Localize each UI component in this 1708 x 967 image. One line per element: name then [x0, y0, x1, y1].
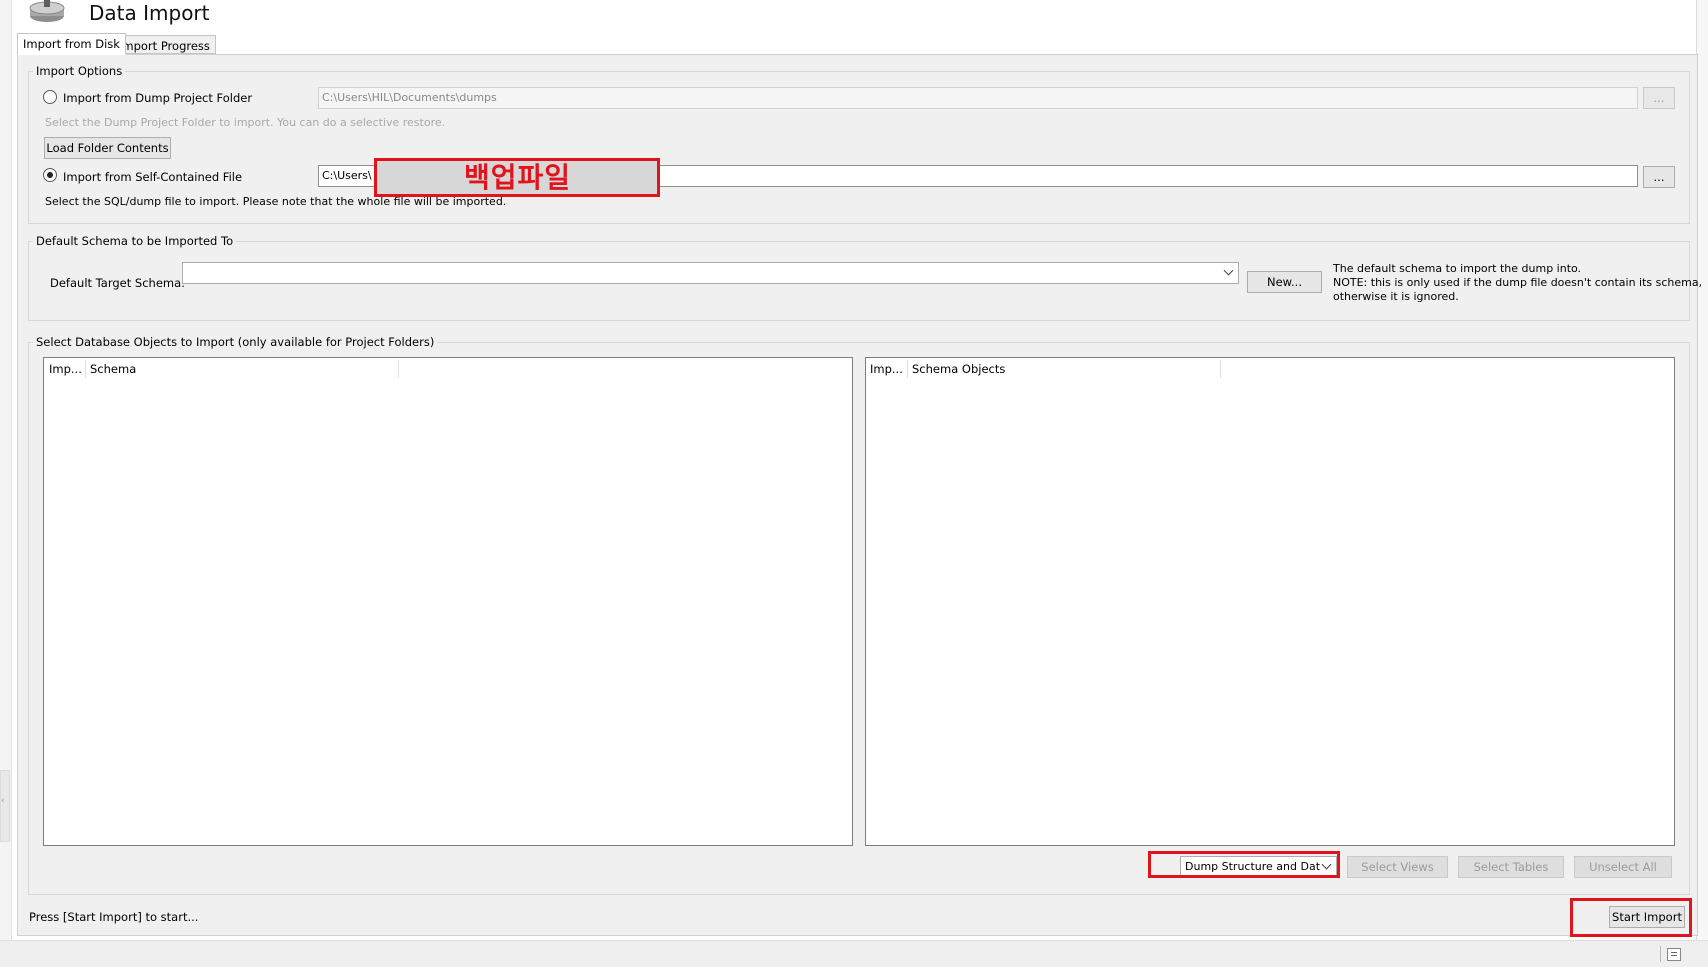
schema-list-schema-column[interactable]: Schema [90, 362, 136, 376]
browse-file-button[interactable]: ... [1643, 166, 1675, 188]
page-title: Data Import [89, 1, 210, 25]
default-schema-title: Default Schema to be Imported To [33, 234, 237, 248]
window-status-bar [0, 940, 1708, 967]
import-options-title: Import Options [33, 64, 126, 78]
default-target-schema-select[interactable] [182, 262, 1239, 284]
database-import-icon [29, 0, 65, 22]
column-separator [1220, 360, 1221, 378]
new-schema-button[interactable]: New... [1247, 271, 1322, 293]
import-status-text: Press [Start Import] to start... [29, 910, 199, 924]
chevron-left-icon: ‹ [1, 796, 5, 806]
self-contained-file-label[interactable]: Import from Self-Contained File [63, 170, 242, 184]
column-separator [398, 360, 399, 378]
annotation-box-dump-mode [1148, 851, 1340, 878]
default-schema-note-line3: otherwise it is ignored. [1333, 290, 1459, 303]
select-tables-button[interactable]: Select Tables [1458, 856, 1564, 878]
load-folder-contents-button[interactable]: Load Folder Contents [44, 137, 171, 159]
status-bar-separator [1660, 946, 1661, 962]
default-target-schema-label: Default Target Schema: [50, 276, 186, 290]
default-schema-note-line2: NOTE: this is only used if the dump file… [1333, 276, 1703, 289]
default-schema-note-line1: The default schema to import the dump in… [1333, 262, 1582, 275]
output-panel-toggle-icon[interactable] [1667, 948, 1681, 961]
select-views-button[interactable]: Select Views [1347, 856, 1448, 878]
annotation-box-start-import [1570, 898, 1692, 937]
schema-objects-import-column[interactable]: Imp... [870, 362, 903, 376]
schema-list[interactable] [43, 357, 853, 846]
schema-objects-list[interactable] [865, 357, 1675, 846]
annotation-box-file-path [374, 158, 660, 197]
dump-folder-path-field[interactable]: C:\Users\HIL\Documents\dumps [318, 87, 1638, 109]
column-separator [85, 360, 86, 378]
unselect-all-button[interactable]: Unselect All [1574, 856, 1672, 878]
database-objects-title: Select Database Objects to Import (only … [33, 335, 438, 349]
column-separator [907, 360, 908, 378]
self-contained-file-radio[interactable] [43, 168, 57, 182]
tab-import-from-disk[interactable]: Import from Disk [17, 33, 126, 55]
dump-folder-hint: Select the Dump Project Folder to import… [45, 116, 446, 129]
schema-objects-name-column[interactable]: Schema Objects [912, 362, 1005, 376]
browse-folder-button[interactable]: ... [1643, 87, 1675, 109]
schema-list-import-column[interactable]: Imp... [49, 362, 82, 376]
dump-folder-radio[interactable] [43, 90, 57, 104]
chevron-down-icon [1223, 265, 1234, 276]
dump-folder-label[interactable]: Import from Dump Project Folder [63, 91, 252, 105]
tab-import-progress[interactable]: Import Progress [113, 35, 216, 54]
sidebar-collapse-handle[interactable] [0, 770, 10, 842]
